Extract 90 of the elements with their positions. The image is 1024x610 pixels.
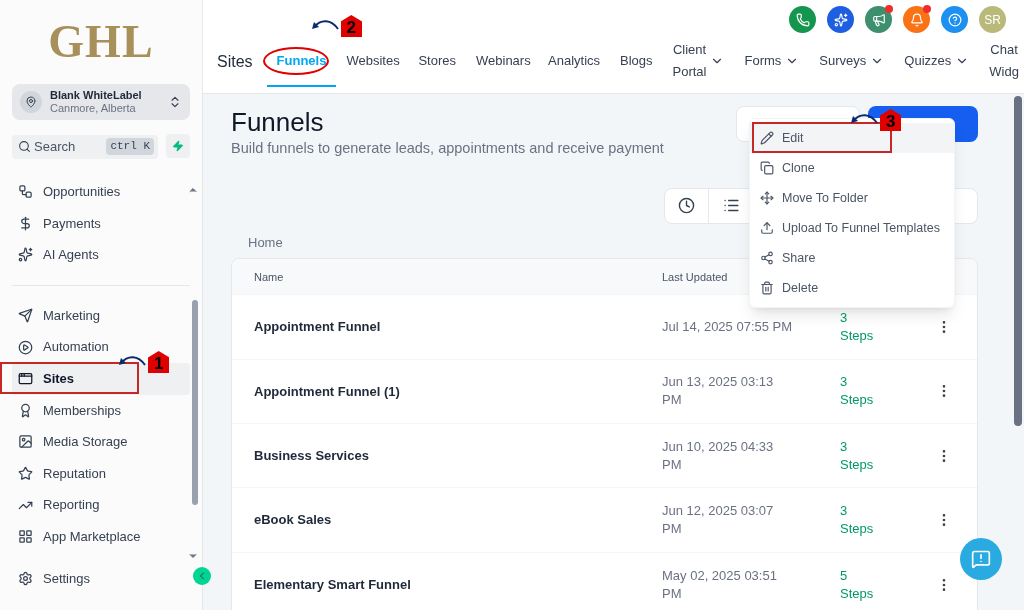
nav-item[interactable]: Marketing [12,299,107,332]
nav-tab[interactable]: Analytics [538,37,610,87]
nav-tab[interactable]: Blogs [610,37,663,87]
account-location: Canmore, Alberta [50,102,137,115]
nav-item[interactable]: Memberships [12,394,128,427]
send-icon [18,308,33,324]
settings-link[interactable]: Settings [12,568,190,588]
nav-tab[interactable]: Websites [336,37,409,87]
feedback-button[interactable] [960,538,1002,580]
clock-icon [678,197,695,215]
move-icon [760,191,774,205]
megaphone-icon [871,12,886,27]
updated-date: Jun 10, 2025 04:33 PM [662,437,775,474]
funnel-name[interactable]: Elementary Smart Funnel [232,574,662,595]
nav-item[interactable]: Automation [12,331,115,363]
funnel-name[interactable]: eBook Sales [232,510,662,530]
award-icon [18,402,33,418]
nav-tab[interactable]: Chat Widg [979,37,1024,87]
header-action-button[interactable] [789,6,816,33]
logo: GHL [47,16,155,68]
upload-icon [760,221,774,235]
play-icon [18,339,33,355]
nav-tab[interactable]: Forms [734,37,810,87]
header-action-button[interactable] [941,6,968,33]
account-name: Blank WhiteLabel [50,89,143,102]
nav-item[interactable]: Reputation [12,457,112,490]
lightning-icon [172,140,184,152]
nav-item[interactable]: Reporting [12,489,106,521]
highlight-oval [262,47,329,75]
step-count: 3 Steps [840,308,875,345]
nav-item[interactable]: Payments [12,207,107,240]
nav-tab[interactable]: Surveys [809,37,895,87]
column-header: Name [253,269,285,285]
menu-item[interactable]: Share [750,243,954,273]
help-icon [947,12,962,27]
sparkle-icon [833,12,848,27]
copy-icon [760,161,774,175]
nav-item[interactable]: AI Agents [12,239,105,271]
header-action-button[interactable] [827,6,854,33]
nav-item[interactable]: App Marketplace [12,520,147,553]
funnel-name[interactable]: Business Services [232,445,662,466]
menu-item[interactable]: Clone [750,153,954,183]
feedback-icon [971,549,991,569]
updated-date: Jun 13, 2025 03:13 PM [662,373,775,410]
menu-item[interactable]: Delete [750,273,954,303]
nav-tab[interactable]: Stores [408,37,466,87]
location-icon [20,91,42,113]
nav-tab[interactable]: Client Portal [662,37,735,87]
section-title: Sites [217,52,253,72]
quick-action-button[interactable] [166,134,190,158]
nav-tab[interactable]: Webinars [466,37,538,87]
funnel-name[interactable]: Appointment Funnel (1) [232,381,662,402]
nav-tab[interactable]: Quizzes [894,37,980,87]
star-icon [18,466,33,482]
pencil-icon [760,131,774,145]
menu-item[interactable]: Move To Folder [750,183,954,213]
image-icon [18,434,33,450]
updated-date: May 02, 2025 03:51 PM [662,566,778,603]
page-subtitle: Build funnels to generate leads, appointments and receive payment [231,139,664,158]
grid-icon [18,529,33,545]
page-title: Funnels [231,106,325,138]
step-number-badge: 2 [340,15,363,37]
nav-item[interactable]: Opportunities [12,176,127,208]
header-action-button[interactable] [903,6,930,33]
nodes-icon [18,184,33,200]
account-switcher[interactable]: Blank WhiteLabel Canmore, Alberta [12,84,190,120]
updated-date: Jul 14, 2025 07:55 PM [662,317,794,336]
column-header: Last Updated [662,269,728,285]
shortcut-key: ctrl K [106,138,154,155]
search-icon [18,140,31,153]
step-count: 3 Steps [840,502,875,539]
step-count: 3 Steps [840,437,875,474]
bell-icon [909,12,924,27]
step-count: 5 Steps [840,566,875,603]
breadcrumb[interactable]: Home [248,232,283,253]
funnel-name[interactable]: Appointment Funnel [232,317,662,337]
updated-date: Jun 12, 2025 03:07 PM [662,502,775,539]
step-count: 3 Steps [840,373,875,410]
window-icon [18,371,33,387]
settings-icon [18,570,33,586]
menu-item[interactable]: Upload To Funnel Templates [750,213,954,243]
header-action-button[interactable] [865,6,892,33]
share-icon [760,251,774,265]
collapse-button[interactable] [193,567,211,585]
nav-item[interactable]: Media Storage [12,426,134,458]
step-number-badge: 1 [148,350,170,373]
sparkle-icon [18,247,33,263]
trash-icon [760,281,774,295]
phone-icon [795,12,810,27]
dollar-icon [18,215,33,231]
